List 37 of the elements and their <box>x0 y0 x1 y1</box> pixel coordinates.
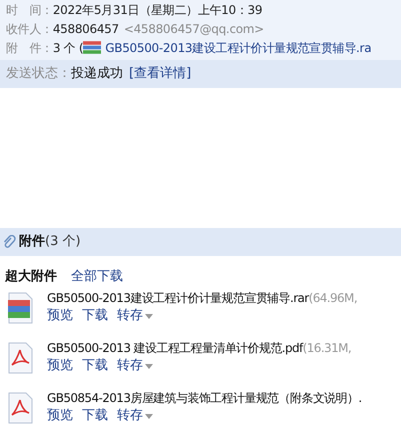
file-action-link[interactable]: 预览 <box>47 357 73 375</box>
attachments-count: (3 个) <box>45 233 81 252</box>
email-address: <458806457@qq.com> <box>124 20 264 38</box>
field-label: 收件人： <box>6 20 53 38</box>
file-size: (16.31M, <box>302 340 352 357</box>
attachments-title: 附件 <box>19 233 45 252</box>
caret-icon <box>145 414 153 418</box>
file-action-link[interactable]: 下载 <box>82 307 108 325</box>
save-to-dropdown[interactable]: 转存 <box>117 307 153 325</box>
status-value: 投递成功 <box>71 65 123 84</box>
file-name: GB50500-2013建设工程计价计量规范宣贯辅导.rar <box>47 290 309 307</box>
details-link[interactable]: [查看详情] <box>129 64 192 84</box>
field-value: 458806457 <box>52 20 119 38</box>
save-to-dropdown[interactable]: 转存 <box>117 407 153 425</box>
field-label: 时 间： <box>6 2 53 18</box>
file-name: GB50500-2013 建设工程工程量清单计价规范.pdf <box>47 340 303 357</box>
archive-file-icon <box>6 292 34 324</box>
group-title: 超大附件 <box>5 268 57 286</box>
attachment-link[interactable]: GB50500-2013建设工程计价计量规范宣贯辅导.ra <box>105 38 372 56</box>
caret-icon <box>145 314 153 318</box>
status-label: 发送状态： <box>6 65 71 84</box>
file-action-link[interactable]: 预览 <box>47 307 73 325</box>
file-size: (64.96M, <box>308 290 358 307</box>
field-value: 3 个 ( <box>52 40 84 56</box>
pdf-file-icon <box>6 342 34 374</box>
download-all-link[interactable]: 全部下载 <box>71 267 123 287</box>
pdf-file-icon <box>6 392 34 424</box>
file-name: GB50854-2013房屋建筑与装饰工程计量规范（附条文说明）. <box>47 390 362 407</box>
archive-icon <box>83 41 102 54</box>
caret-icon <box>145 364 153 368</box>
paperclip-icon <box>2 235 16 249</box>
field-label: 附 件： <box>6 40 53 56</box>
save-to-dropdown[interactable]: 转存 <box>117 357 153 375</box>
field-value: 2022年5月31日（星期二）上午10：39 <box>52 2 262 18</box>
file-action-link[interactable]: 预览 <box>47 407 73 425</box>
file-action-link[interactable]: 下载 <box>82 357 108 375</box>
file-action-link[interactable]: 下载 <box>82 407 108 425</box>
